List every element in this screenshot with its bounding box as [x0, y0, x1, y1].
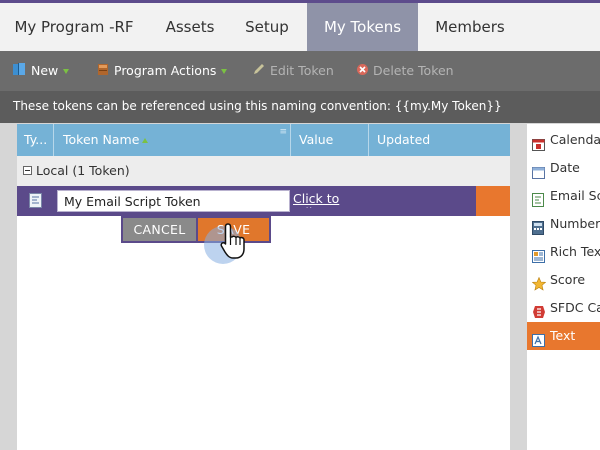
email-script-icon: [29, 193, 42, 212]
token-type-sfdc[interactable]: SFDC Campaign: [527, 294, 600, 322]
sfdc-icon: [532, 301, 546, 322]
hand-cursor-icon: [219, 222, 249, 266]
row-updated-cell: [476, 186, 510, 216]
number-icon: [532, 217, 544, 238]
token-type-text[interactable]: Text: [527, 322, 600, 350]
toolbar: New Program Actions Edit Token Delete To…: [0, 51, 600, 91]
grid-header: Ty... Token Name ≡ Value Updated: [17, 124, 510, 156]
star-icon: [531, 273, 547, 294]
column-updated[interactable]: Updated: [369, 124, 510, 156]
token-type-email-script[interactable]: Email Script: [527, 182, 600, 210]
naming-convention-info: These tokens can be referenced using thi…: [0, 91, 600, 123]
column-token-name-label: Token Name: [63, 132, 140, 147]
pencil-icon: [252, 52, 266, 92]
rich-text-icon: [532, 245, 545, 266]
column-token-name[interactable]: Token Name ≡: [54, 124, 291, 156]
token-type-label: SFDC Campaign: [550, 300, 600, 315]
tab-my-program[interactable]: My Program -RF: [4, 3, 144, 51]
column-type[interactable]: Ty...: [17, 124, 54, 156]
book-icon: [12, 52, 27, 92]
token-type-label: Email Script: [550, 188, 600, 203]
program-actions-icon: [96, 52, 110, 92]
token-type-score[interactable]: Score: [527, 266, 600, 294]
token-type-rich-text[interactable]: Rich Text: [527, 238, 600, 266]
token-type-label: Date: [550, 160, 580, 175]
chevron-down-icon: [63, 69, 70, 74]
email-script-icon: [532, 189, 544, 210]
token-type-panel: Calendar Entry Date Email Script Number …: [527, 124, 600, 450]
cancel-button[interactable]: CANCEL: [123, 218, 196, 241]
token-type-label: Calendar Entry: [550, 132, 600, 147]
delete-token-button[interactable]: Delete Token: [356, 51, 454, 91]
edit-token-label: Edit Token: [270, 63, 334, 78]
delete-token-label: Delete Token: [373, 63, 454, 78]
tab-assets[interactable]: Assets: [150, 3, 230, 51]
token-type-label: Number: [550, 216, 600, 231]
token-type-label: Text: [550, 328, 576, 343]
chevron-down-icon: [221, 69, 228, 74]
delete-icon: [356, 52, 369, 92]
click-to-edit-link[interactable]: Click to Edit: [293, 192, 357, 208]
new-button[interactable]: New: [12, 51, 70, 92]
token-type-label: Rich Text: [550, 244, 600, 259]
collapse-icon[interactable]: [23, 166, 32, 175]
tokens-grid: Ty... Token Name ≡ Value Updated Local (…: [17, 124, 510, 450]
date-icon: [532, 161, 545, 182]
top-tab-bar: My Program -RF Assets Setup My Tokens Me…: [0, 0, 600, 51]
token-name-input[interactable]: [57, 190, 290, 212]
token-type-calendar[interactable]: Calendar Entry: [527, 126, 600, 154]
token-type-date[interactable]: Date: [527, 154, 600, 182]
group-label: Local (1 Token): [36, 163, 130, 178]
text-icon: [532, 329, 545, 350]
column-value[interactable]: Value: [291, 124, 369, 156]
token-type-number[interactable]: Number: [527, 210, 600, 238]
program-actions-label: Program Actions: [114, 63, 217, 78]
group-local[interactable]: Local (1 Token): [17, 156, 510, 186]
edit-token-button[interactable]: Edit Token: [252, 51, 334, 91]
program-actions-button[interactable]: Program Actions: [96, 51, 228, 92]
tab-my-tokens[interactable]: My Tokens: [307, 3, 418, 51]
sort-ascending-icon: [142, 138, 149, 143]
new-label: New: [31, 63, 59, 78]
tab-setup[interactable]: Setup: [234, 3, 300, 51]
table-row-editing[interactable]: Click to Edit: [17, 186, 510, 216]
tab-members[interactable]: Members: [420, 3, 520, 51]
token-type-label: Score: [550, 272, 586, 287]
column-menu-icon[interactable]: ≡: [279, 116, 287, 148]
calendar-icon: [532, 133, 545, 154]
